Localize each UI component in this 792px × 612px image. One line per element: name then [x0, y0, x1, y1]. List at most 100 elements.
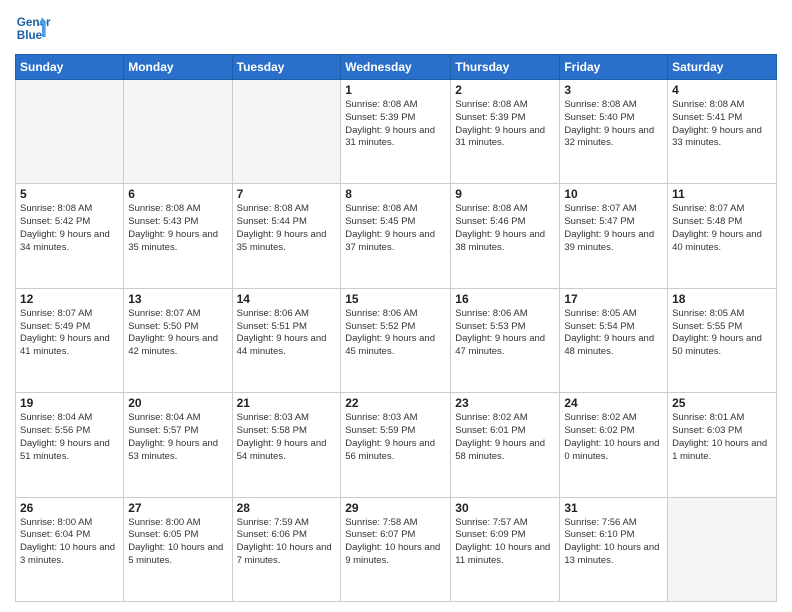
calendar-cell: 26 Sunrise: 8:00 AM Sunset: 6:04 PM Dayli… [16, 497, 124, 601]
day-number: 21 [237, 396, 337, 410]
day-number: 26 [20, 501, 119, 515]
day-number: 19 [20, 396, 119, 410]
day-info: Sunrise: 8:08 AM Sunset: 5:40 PM Dayligh… [564, 99, 663, 150]
calendar-cell: 19 Sunrise: 8:04 AM Sunset: 5:56 PM Dayli… [16, 393, 124, 497]
day-info: Sunrise: 7:56 AM Sunset: 6:10 PM Dayligh… [564, 517, 663, 568]
day-info: Sunrise: 8:08 AM Sunset: 5:39 PM Dayligh… [455, 99, 555, 150]
day-number: 7 [237, 187, 337, 201]
day-info: Sunrise: 8:07 AM Sunset: 5:50 PM Dayligh… [128, 308, 227, 359]
day-info: Sunrise: 8:02 AM Sunset: 6:02 PM Dayligh… [564, 412, 663, 463]
calendar-cell: 30 Sunrise: 7:57 AM Sunset: 6:09 PM Dayli… [451, 497, 560, 601]
day-info: Sunrise: 7:57 AM Sunset: 6:09 PM Dayligh… [455, 517, 555, 568]
day-info: Sunrise: 8:05 AM Sunset: 5:55 PM Dayligh… [672, 308, 772, 359]
weekday-header-monday: Monday [124, 55, 232, 80]
day-number: 25 [672, 396, 772, 410]
calendar-cell: 24Sunrise: 8:02 AM Sunset: 6:02 PM Dayli… [560, 393, 668, 497]
day-info: Sunrise: 8:08 AM Sunset: 5:43 PM Dayligh… [128, 203, 227, 254]
logo-icon: General Blue [15, 10, 51, 46]
calendar-cell: 8 Sunrise: 8:08 AM Sunset: 5:45 PM Daylig… [341, 184, 451, 288]
svg-text:Blue: Blue [17, 29, 43, 42]
weekday-header-friday: Friday [560, 55, 668, 80]
day-number: 3 [564, 83, 663, 97]
calendar-cell: 17 Sunrise: 8:05 AM Sunset: 5:54 PM Dayli… [560, 288, 668, 392]
day-info: Sunrise: 8:00 AM Sunset: 6:05 PM Dayligh… [128, 517, 227, 568]
day-number: 4 [672, 83, 772, 97]
day-number: 17 [564, 292, 663, 306]
day-info: Sunrise: 7:58 AM Sunset: 6:07 PM Dayligh… [345, 517, 446, 568]
day-info: Sunrise: 8:08 AM Sunset: 5:42 PM Dayligh… [20, 203, 119, 254]
day-info: Sunrise: 8:08 AM Sunset: 5:41 PM Dayligh… [672, 99, 772, 150]
day-number: 16 [455, 292, 555, 306]
calendar-cell: 2 Sunrise: 8:08 AM Sunset: 5:39 PM Daylig… [451, 80, 560, 184]
day-number: 11 [672, 187, 772, 201]
day-number: 6 [128, 187, 227, 201]
day-number: 9 [455, 187, 555, 201]
day-info: Sunrise: 8:06 AM Sunset: 5:51 PM Dayligh… [237, 308, 337, 359]
day-number: 22 [345, 396, 446, 410]
calendar-cell: 7 Sunrise: 8:08 AM Sunset: 5:44 PM Daylig… [232, 184, 341, 288]
day-number: 14 [237, 292, 337, 306]
calendar-cell: 6 Sunrise: 8:08 AM Sunset: 5:43 PM Daylig… [124, 184, 232, 288]
day-number: 23 [455, 396, 555, 410]
weekday-header-thursday: Thursday [451, 55, 560, 80]
calendar-cell: 27Sunrise: 8:00 AM Sunset: 6:05 PM Dayli… [124, 497, 232, 601]
day-info: Sunrise: 8:03 AM Sunset: 5:59 PM Dayligh… [345, 412, 446, 463]
calendar-cell: 3 Sunrise: 8:08 AM Sunset: 5:40 PM Daylig… [560, 80, 668, 184]
calendar-cell: 22 Sunrise: 8:03 AM Sunset: 5:59 PM Dayli… [341, 393, 451, 497]
day-info: Sunrise: 8:08 AM Sunset: 5:39 PM Dayligh… [345, 99, 446, 150]
day-info: Sunrise: 7:59 AM Sunset: 6:06 PM Dayligh… [237, 517, 337, 568]
calendar-cell: 29 Sunrise: 7:58 AM Sunset: 6:07 PM Dayli… [341, 497, 451, 601]
day-info: Sunrise: 8:08 AM Sunset: 5:45 PM Dayligh… [345, 203, 446, 254]
day-info: Sunrise: 8:00 AM Sunset: 6:04 PM Dayligh… [20, 517, 119, 568]
day-info: Sunrise: 8:05 AM Sunset: 5:54 PM Dayligh… [564, 308, 663, 359]
calendar-cell: 28 Sunrise: 7:59 AM Sunset: 6:06 PM Dayli… [232, 497, 341, 601]
day-info: Sunrise: 8:08 AM Sunset: 5:44 PM Dayligh… [237, 203, 337, 254]
calendar-cell: 1 Sunrise: 8:08 AM Sunset: 5:39 PM Daylig… [341, 80, 451, 184]
day-number: 31 [564, 501, 663, 515]
calendar-cell: 14 Sunrise: 8:06 AM Sunset: 5:51 PM Dayli… [232, 288, 341, 392]
day-number: 15 [345, 292, 446, 306]
day-number: 28 [237, 501, 337, 515]
day-number: 12 [20, 292, 119, 306]
calendar-cell [16, 80, 124, 184]
calendar-cell: 21Sunrise: 8:03 AM Sunset: 5:58 PM Dayli… [232, 393, 341, 497]
calendar-cell: 4 Sunrise: 8:08 AM Sunset: 5:41 PM Daylig… [668, 80, 777, 184]
week-row-1: 5 Sunrise: 8:08 AM Sunset: 5:42 PM Daylig… [16, 184, 777, 288]
logo: General Blue [15, 10, 51, 46]
day-number: 30 [455, 501, 555, 515]
day-number: 1 [345, 83, 446, 97]
day-info: Sunrise: 8:02 AM Sunset: 6:01 PM Dayligh… [455, 412, 555, 463]
day-number: 8 [345, 187, 446, 201]
day-info: Sunrise: 8:07 AM Sunset: 5:49 PM Dayligh… [20, 308, 119, 359]
week-row-2: 12 Sunrise: 8:07 AM Sunset: 5:49 PM Dayli… [16, 288, 777, 392]
calendar-cell: 15Sunrise: 8:06 AM Sunset: 5:52 PM Dayli… [341, 288, 451, 392]
week-row-3: 19 Sunrise: 8:04 AM Sunset: 5:56 PM Dayli… [16, 393, 777, 497]
day-info: Sunrise: 8:04 AM Sunset: 5:56 PM Dayligh… [20, 412, 119, 463]
weekday-header-sunday: Sunday [16, 55, 124, 80]
day-number: 20 [128, 396, 227, 410]
day-info: Sunrise: 8:08 AM Sunset: 5:46 PM Dayligh… [455, 203, 555, 254]
calendar-cell: 31 Sunrise: 7:56 AM Sunset: 6:10 PM Dayli… [560, 497, 668, 601]
day-info: Sunrise: 8:06 AM Sunset: 5:53 PM Dayligh… [455, 308, 555, 359]
day-number: 2 [455, 83, 555, 97]
weekday-header-saturday: Saturday [668, 55, 777, 80]
calendar-cell [232, 80, 341, 184]
page: General Blue SundayMondayTuesdayWednesda… [0, 0, 792, 612]
calendar-cell: 20 Sunrise: 8:04 AM Sunset: 5:57 PM Dayli… [124, 393, 232, 497]
day-info: Sunrise: 8:07 AM Sunset: 5:48 PM Dayligh… [672, 203, 772, 254]
day-number: 5 [20, 187, 119, 201]
week-row-0: 1 Sunrise: 8:08 AM Sunset: 5:39 PM Daylig… [16, 80, 777, 184]
calendar-cell [668, 497, 777, 601]
calendar-cell: 11 Sunrise: 8:07 AM Sunset: 5:48 PM Dayli… [668, 184, 777, 288]
calendar-cell: 13Sunrise: 8:07 AM Sunset: 5:50 PM Dayli… [124, 288, 232, 392]
weekday-header-row: SundayMondayTuesdayWednesdayThursdayFrid… [16, 55, 777, 80]
day-info: Sunrise: 8:07 AM Sunset: 5:47 PM Dayligh… [564, 203, 663, 254]
calendar-cell: 16 Sunrise: 8:06 AM Sunset: 5:53 PM Dayli… [451, 288, 560, 392]
day-info: Sunrise: 8:01 AM Sunset: 6:03 PM Dayligh… [672, 412, 772, 463]
week-row-4: 26 Sunrise: 8:00 AM Sunset: 6:04 PM Dayli… [16, 497, 777, 601]
calendar-cell: 5 Sunrise: 8:08 AM Sunset: 5:42 PM Daylig… [16, 184, 124, 288]
day-info: Sunrise: 8:04 AM Sunset: 5:57 PM Dayligh… [128, 412, 227, 463]
day-number: 29 [345, 501, 446, 515]
calendar-table: SundayMondayTuesdayWednesdayThursdayFrid… [15, 54, 777, 602]
day-number: 18 [672, 292, 772, 306]
